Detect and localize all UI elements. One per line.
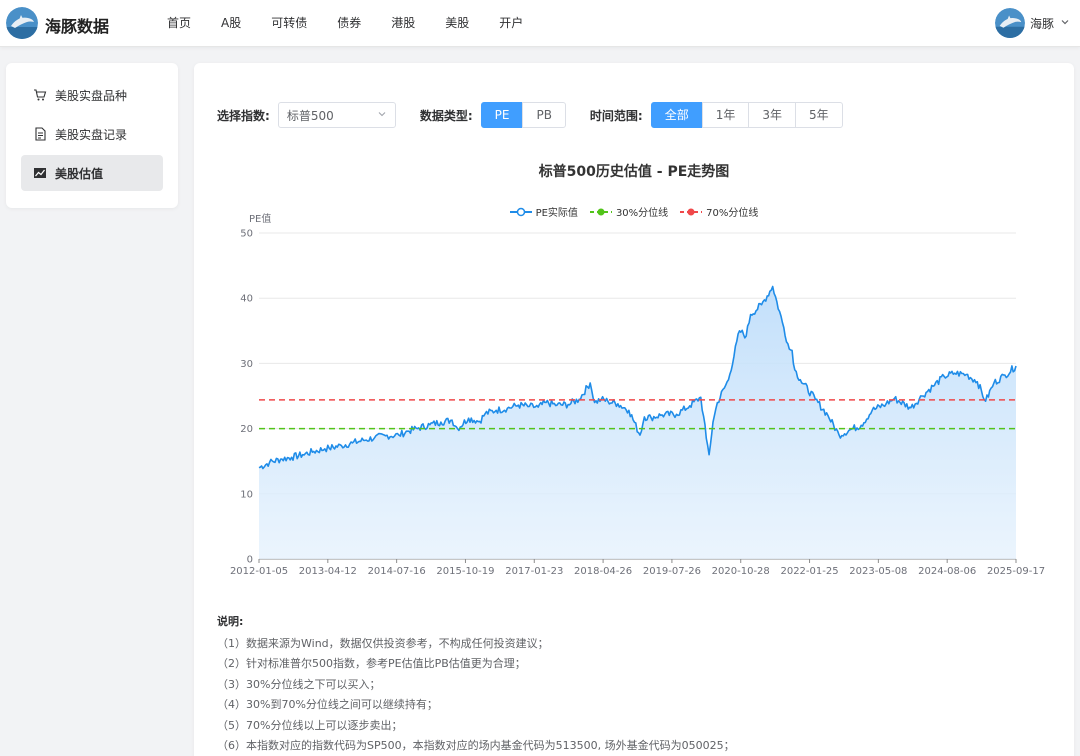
- data-type-label: 数据类型:: [419, 108, 473, 123]
- legend-label: 70%分位线: [706, 208, 759, 219]
- chart-title: 标普500历史估值 - PE走势图: [538, 164, 730, 180]
- index-select-label: 选择指数:: [217, 108, 270, 123]
- data-type-toggle: PE PB: [480, 102, 566, 128]
- legend-dashed-marker-icon: [589, 208, 612, 215]
- note-line: （4）30%到70%分位线之间可以继续持有；: [217, 698, 438, 711]
- sidebar-item-us-valuation[interactable]: 美股估值: [21, 155, 163, 191]
- range-button-5y[interactable]: 5年: [795, 102, 843, 128]
- nav-item-a-shares[interactable]: A股: [206, 0, 256, 47]
- line-chart-icon: [33, 166, 47, 180]
- notes-title: 说明:: [217, 615, 244, 628]
- note-line: （3）30%分位线之下可以买入；: [217, 677, 381, 691]
- legend-line-marker-icon: [509, 207, 532, 216]
- x-tick-label: 2014-07-16: [368, 566, 426, 577]
- chevron-down-icon: [377, 108, 387, 122]
- sidebar-item-us-records[interactable]: 美股实盘记录: [21, 116, 163, 152]
- document-icon: [33, 127, 47, 141]
- x-tick-label: 2020-10-28: [712, 566, 770, 577]
- x-tick-label: 2023-05-08: [849, 566, 907, 577]
- y-tick-label: 10: [240, 489, 253, 500]
- sidebar-item-label: 美股估值: [55, 166, 104, 181]
- legend-label: PE实际值: [535, 208, 578, 219]
- sidebar: 美股实盘品种 美股实盘记录 美股估值: [6, 63, 178, 208]
- index-select[interactable]: 标普500: [277, 102, 396, 128]
- nav-item-us-stocks[interactable]: 美股: [430, 0, 484, 47]
- nav-item-open-account[interactable]: 开户: [484, 0, 538, 47]
- time-range-toggle: 全部 1年 3年 5年: [650, 102, 843, 128]
- type-button-pe[interactable]: PE: [480, 102, 524, 128]
- main-nav: 首页 A股 可转债 债券 港股 美股 开户: [152, 0, 538, 47]
- user-name: 海豚: [1029, 16, 1054, 31]
- y-tick-label: 50: [240, 229, 253, 240]
- y-tick-label: 0: [247, 555, 253, 566]
- range-button-1y[interactable]: 1年: [701, 102, 750, 128]
- nav-item-hk-stocks[interactable]: 港股: [376, 0, 430, 47]
- x-tick-label: 2024-08-06: [918, 566, 976, 577]
- time-range-label: 时间范围:: [589, 108, 643, 123]
- x-tick-label: 2015-10-19: [436, 566, 494, 577]
- index-select-value: 标普500: [286, 108, 334, 123]
- legend-item-p30[interactable]: 30%分位线: [589, 204, 669, 219]
- shopping-cart-icon: [33, 88, 47, 102]
- x-tick-label: 2019-07-26: [643, 566, 701, 577]
- sidebar-item-us-holdings[interactable]: 美股实盘品种: [21, 77, 163, 113]
- x-tick-label: 2022-01-25: [780, 566, 838, 577]
- x-tick-label: 2012-01-05: [230, 566, 288, 577]
- chart-legend: PE实际值 30%分位线 70%分位线: [194, 204, 1074, 219]
- nav-item-bonds[interactable]: 债券: [322, 0, 376, 47]
- notes-section: 说明: （1）数据来源为Wind，数据仅供投资参考，不构成任何投资建议； （2）…: [217, 612, 1057, 756]
- x-tick-label: 2018-04-26: [574, 566, 632, 577]
- avatar[interactable]: [994, 8, 1025, 38]
- dolphin-logo-icon[interactable]: [6, 7, 38, 39]
- user-menu[interactable]: 海豚: [994, 8, 1070, 38]
- top-navbar: 海豚数据 首页 A股 可转债 债券 港股 美股 开户 海豚: [0, 0, 1080, 47]
- brand-name[interactable]: 海豚数据: [45, 13, 109, 37]
- range-button-all[interactable]: 全部: [650, 102, 703, 128]
- note-line: （1）数据来源为Wind，数据仅供投资参考，不构成任何投资建议；: [217, 636, 549, 650]
- legend-item-pe[interactable]: PE实际值: [509, 204, 578, 219]
- legend-label: 30%分位线: [615, 208, 669, 219]
- pe-area-fill: [259, 286, 1016, 559]
- y-tick-label: 40: [240, 294, 253, 305]
- nav-item-home[interactable]: 首页: [152, 0, 206, 47]
- legend-dashed-marker-icon: [680, 208, 703, 215]
- filter-bar: 选择指数: 标普500 数据类型: PE PB 时间范围: 全部 1年 3年 5…: [217, 102, 867, 128]
- pe-chart: 0 10 20 30 40 50 PE值 2012-01-05 2013-04-12 2014-0…: [194, 151, 1074, 591]
- sidebar-item-label: 美股实盘记录: [55, 127, 128, 142]
- x-tick-label: 2025-09-17: [987, 566, 1045, 577]
- chevron-down-icon[interactable]: [1060, 16, 1070, 30]
- note-line: （2）针对标准普尔500指数，参考PE估值比PB估值更为合理；: [217, 657, 526, 670]
- range-button-3y[interactable]: 3年: [748, 102, 797, 128]
- main-panel: 选择指数: 标普500 数据类型: PE PB 时间范围: 全部 1年 3年 5…: [194, 63, 1074, 756]
- x-tick-label: 2013-04-12: [299, 566, 357, 577]
- note-line: （6）本指数对应的指数代码为SP500，本指数对应的场内基金代码为513500,…: [217, 739, 735, 752]
- note-line: （5）70%分位线以上可以逐步卖出；: [217, 718, 403, 732]
- y-tick-label: 20: [240, 424, 253, 435]
- legend-item-p70[interactable]: 70%分位线: [680, 204, 758, 219]
- y-tick-label: 30: [240, 359, 253, 370]
- type-button-pb[interactable]: PB: [522, 102, 566, 128]
- nav-item-convertible-bonds[interactable]: 可转债: [256, 0, 322, 47]
- sidebar-item-label: 美股实盘品种: [55, 88, 128, 103]
- x-tick-label: 2017-01-23: [505, 566, 563, 577]
